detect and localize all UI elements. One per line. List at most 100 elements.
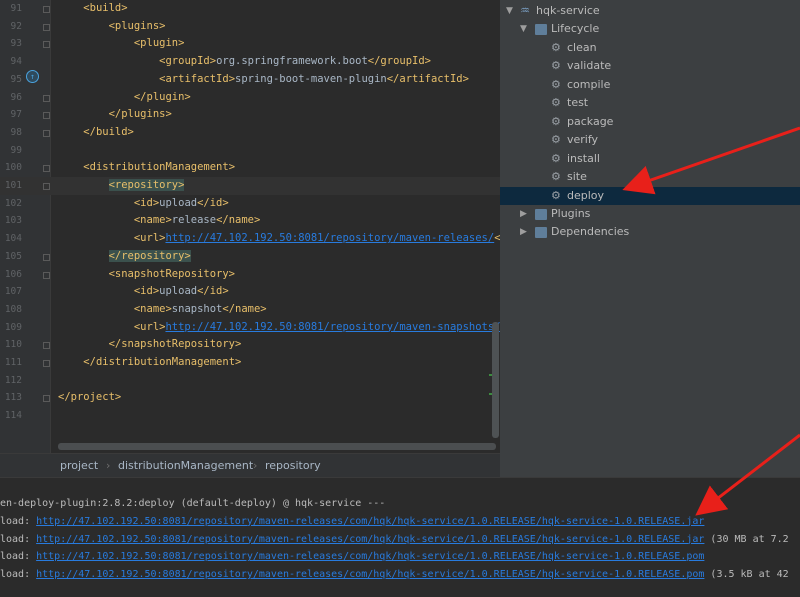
code-line[interactable]: 109 <url>http://47.102.192.50:8081/repos… <box>0 319 500 337</box>
code-line[interactable]: 104 <url>http://47.102.192.50:8081/repos… <box>0 230 500 248</box>
lifecycle-goal-package[interactable]: ⚙ package <box>500 113 800 132</box>
lifecycle-goal-deploy[interactable]: ⚙ deploy <box>500 186 800 205</box>
code-line[interactable]: 106 <snapshotRepository> <box>0 266 500 284</box>
plugins-label: Plugins <box>551 207 591 220</box>
gear-icon: ⚙ <box>551 40 561 54</box>
fold-marker-icon[interactable] <box>43 360 50 367</box>
breadcrumb-item-repository[interactable]: repository <box>265 454 321 478</box>
fold-marker-icon[interactable] <box>43 41 50 49</box>
lifecycle-goal-test[interactable]: ⚙ test <box>500 94 800 113</box>
fold-marker-icon[interactable] <box>43 23 50 31</box>
fold-marker-icon[interactable] <box>43 395 50 403</box>
fold-marker-icon[interactable] <box>43 94 50 102</box>
console-url-link[interactable]: http://47.102.192.50:8081/repository/mav… <box>36 516 704 527</box>
console-text: load: <box>0 515 37 527</box>
code-text: </plugin> <box>58 89 191 107</box>
lifecycle-goal-site[interactable]: ⚙ site <box>500 168 800 187</box>
fold-marker-icon[interactable] <box>43 342 50 350</box>
tree-item-plugins[interactable]: ▶ Plugins <box>500 205 800 224</box>
lifecycle-goal-clean[interactable]: ⚙ clean <box>500 39 800 58</box>
code-line[interactable]: 95 <artifactId>spring-boot-maven-plugin<… <box>0 71 500 89</box>
code-line[interactable]: 113 </project> <box>0 389 500 407</box>
code-line[interactable]: 110 </snapshotRepository> <box>0 336 500 354</box>
code-line[interactable]: 107 <id>upload</id> <box>0 283 500 301</box>
console-url-link[interactable]: http://47.102.192.50:8081/repository/mav… <box>36 551 704 562</box>
code-line[interactable]: 108 <name>snapshot</name> <box>0 301 500 319</box>
code-url-link[interactable]: http://47.102.192.50:8081/repository/mav… <box>165 321 500 333</box>
xml-tag: <build> <box>83 2 128 14</box>
code-token: upload <box>159 285 198 298</box>
tree-item-project[interactable]: ▼ ♒ hqk-service <box>500 2 800 21</box>
line-number: 113 <box>4 392 22 404</box>
horizontal-scrollbar[interactable] <box>58 443 496 450</box>
maven-tool-window: ▼ ♒ hqk-service ▼ Lifecycle ⚙ clean ⚙ valid… <box>500 0 800 477</box>
tree-item-dependencies[interactable]: ▶ Dependencies <box>500 223 800 242</box>
console-line: load: http://47.102.192.50:8081/reposito… <box>0 566 800 584</box>
code-line[interactable]: 97 </plugins> <box>0 106 500 124</box>
fold-marker-icon[interactable] <box>43 183 50 190</box>
code-line[interactable]: 99 <box>0 142 500 160</box>
lifecycle-goal-install[interactable]: ⚙ install <box>500 150 800 169</box>
code-line[interactable]: 98 </build> <box>0 124 500 142</box>
code-line[interactable]: 103 <name>release</name> <box>0 212 500 230</box>
code-line[interactable]: 92 <plugins> <box>0 18 500 36</box>
goal-label: deploy <box>567 188 605 202</box>
console-url-link[interactable]: http://47.102.192.50:8081/repository/mav… <box>36 569 704 580</box>
code-token: spring-boot-maven-plugin <box>235 72 387 85</box>
fold-marker-icon[interactable] <box>43 6 50 13</box>
console-url-link[interactable]: http://47.102.192.50:8081/repository/mav… <box>36 534 704 545</box>
line-number: 104 <box>4 233 22 245</box>
code-text: </build> <box>58 124 134 142</box>
gear-icon: ⚙ <box>551 77 561 91</box>
breadcrumb-item-project[interactable]: project <box>60 454 98 478</box>
console-text: load: <box>0 533 37 545</box>
lifecycle-goal-validate[interactable]: ⚙ validate <box>500 57 800 76</box>
chevron-down-icon[interactable]: ▼ <box>520 20 527 39</box>
console-text: (30 MB at 7.2 <box>704 533 789 545</box>
code-line[interactable]: 101 <repository> <box>0 177 500 195</box>
code-line[interactable]: 114 <box>0 407 500 425</box>
code-line[interactable]: 93 <plugin> <box>0 35 500 53</box>
code-line[interactable]: 96 </plugin> <box>0 89 500 107</box>
fold-marker-icon[interactable] <box>43 253 50 261</box>
lifecycle-goal-verify[interactable]: ⚙ verify <box>500 131 800 150</box>
code-text: <snapshotRepository> <box>58 266 235 284</box>
code-line[interactable]: 91 <build> <box>0 0 500 18</box>
code-url-link[interactable]: http://47.102.192.50:8081/repository/mav… <box>165 232 494 244</box>
code-line[interactable]: 100 <distributionManagement> <box>0 159 500 177</box>
xml-tag: <snapshotRepository> <box>108 267 236 280</box>
code-editor[interactable]: 91 <build> 92 <plugins> 93 <plugin> 94 <gro… <box>0 0 500 453</box>
override-marker-icon[interactable]: ↑ <box>26 70 39 83</box>
fold-marker-icon[interactable] <box>43 165 50 173</box>
vertical-scrollbar[interactable] <box>492 322 499 438</box>
project-name: hqk-service <box>536 4 600 17</box>
code-line[interactable]: 111 </distributionManagement> <box>0 354 500 372</box>
chevron-right-icon[interactable]: ▶ <box>520 205 527 224</box>
code-line[interactable]: 112 <box>0 372 500 390</box>
breadcrumb-separator: › <box>106 459 111 472</box>
chevron-down-icon[interactable]: ▼ <box>506 2 513 21</box>
code-text: <url>http://47.102.192.50:8081/repositor… <box>58 319 500 337</box>
breadcrumb-item-distribution-management[interactable]: distributionManagement <box>118 454 253 478</box>
code-line[interactable]: 94 <groupId>org.springframework.boot</gr… <box>0 53 500 71</box>
code-text: <distributionManagement> <box>58 159 235 177</box>
tree-item-lifecycle[interactable]: ▼ Lifecycle <box>500 20 800 39</box>
code-token: snapshot <box>171 302 223 315</box>
run-console[interactable]: en-deploy-plugin:2.8.2:deploy (default-d… <box>0 477 800 597</box>
code-line[interactable]: 102 <id>upload</id> <box>0 195 500 213</box>
fold-marker-icon[interactable] <box>43 112 50 120</box>
fold-marker-icon[interactable] <box>43 271 50 279</box>
fold-marker-icon[interactable] <box>43 129 50 137</box>
lifecycle-goal-compile[interactable]: ⚙ compile <box>500 76 800 95</box>
chevron-right-icon[interactable]: ▶ <box>520 223 527 242</box>
code-text: <artifactId>spring-boot-maven-plugin</ar… <box>58 71 469 89</box>
code-line[interactable]: 105 </repository> <box>0 248 500 266</box>
line-number: 96 <box>10 91 22 103</box>
xml-tag: </groupId> <box>367 55 431 68</box>
line-number: 93 <box>10 38 22 50</box>
lifecycle-label: Lifecycle <box>551 22 600 35</box>
